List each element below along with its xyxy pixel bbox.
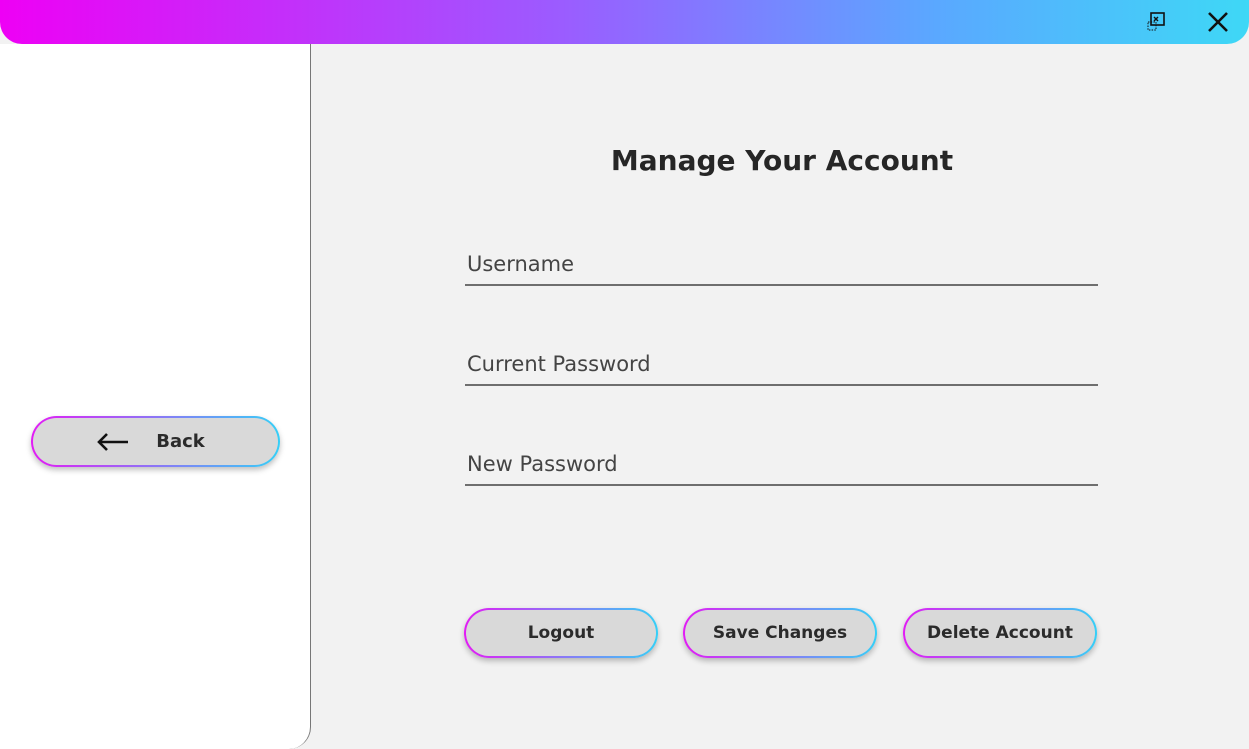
restore-window-icon <box>1147 12 1165 31</box>
logout-button[interactable]: Logout <box>464 608 658 658</box>
sidebar: Back <box>0 44 311 749</box>
title-bar <box>0 0 1249 44</box>
delete-account-button[interactable]: Delete Account <box>903 608 1097 658</box>
username-input[interactable] <box>465 244 1098 284</box>
save-changes-button[interactable]: Save Changes <box>683 608 877 658</box>
new-password-field <box>465 444 1098 486</box>
close-icon <box>1208 12 1228 32</box>
back-button-label: Back <box>156 431 205 452</box>
restore-window-button[interactable] <box>1140 6 1172 38</box>
current-password-field <box>465 344 1098 386</box>
back-button[interactable]: Back <box>31 416 280 467</box>
left-arrow-icon <box>97 432 129 451</box>
account-panel: Manage Your Account Logout Save Changes … <box>312 44 1249 749</box>
current-password-input[interactable] <box>465 344 1098 384</box>
save-changes-button-label: Save Changes <box>712 623 848 643</box>
delete-account-button-label: Delete Account <box>927 623 1073 643</box>
page-title: Manage Your Account <box>610 144 954 177</box>
username-field <box>465 244 1098 286</box>
close-window-button[interactable] <box>1202 6 1234 38</box>
new-password-input[interactable] <box>465 444 1098 484</box>
logout-button-label: Logout <box>527 623 595 643</box>
